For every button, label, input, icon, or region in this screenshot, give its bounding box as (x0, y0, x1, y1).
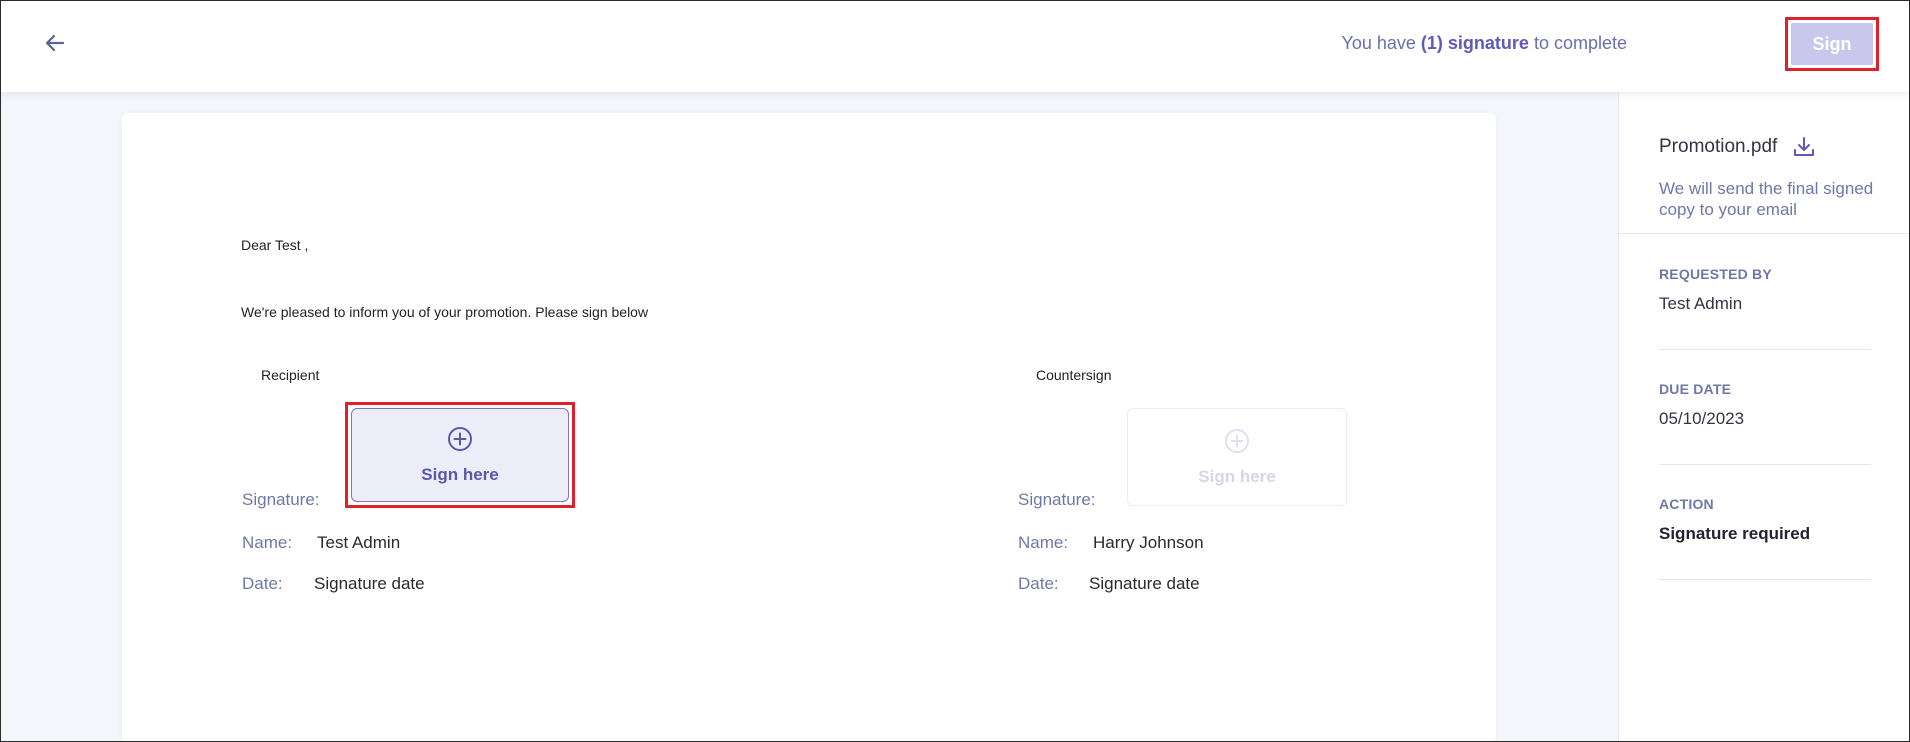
back-button[interactable] (37, 27, 73, 63)
countersign-title: Countersign (1036, 367, 1112, 383)
countersign-signature-label: Signature: (1018, 490, 1096, 509)
file-info: Promotion.pdf (1659, 134, 1817, 160)
app-window: You have (1) signature to complete Sign … (0, 0, 1910, 742)
section-divider (1659, 349, 1871, 350)
countersign-date-label: Date: (1018, 574, 1059, 593)
countersign-sign-here-button: Sign here (1127, 408, 1347, 506)
sign-button-highlight: Sign (1785, 17, 1879, 71)
recipient-sign-highlight: Sign here (345, 402, 575, 508)
recipient-sign-here-button[interactable]: Sign here (351, 408, 569, 502)
recipient-date-value: Signature date (314, 574, 425, 593)
top-bar: You have (1) signature to complete Sign (1, 1, 1909, 92)
recipient-title: Recipient (261, 367, 320, 383)
email-note: We will send the final signed copy to yo… (1659, 179, 1874, 219)
due-date-value: 05/10/2023 (1659, 409, 1745, 428)
download-icon[interactable] (1791, 134, 1817, 160)
arrow-left-icon (43, 31, 67, 60)
recipient-name-value: Test Admin (317, 533, 401, 552)
countersign-name-label: Name: (1018, 533, 1069, 552)
recipient-signature-label: Signature: (242, 490, 320, 509)
recipient-name-label: Name: (242, 533, 293, 552)
document-page: Dear Test , We're pleased to inform you … (122, 113, 1496, 741)
greeting-text: Dear Test , (241, 237, 309, 253)
recipient-sign-here-label: Sign here (421, 464, 499, 484)
section-divider (1659, 579, 1871, 580)
requested-by-value: Test Admin (1659, 294, 1743, 313)
file-name: Promotion.pdf (1659, 136, 1778, 157)
signature-status-suffix: to complete (1528, 33, 1627, 53)
action-section: ACTION Signature required (1659, 496, 1871, 544)
due-date-heading: DUE DATE (1659, 381, 1732, 397)
action-value: Signature required (1659, 524, 1811, 543)
recipient-date-label: Date: (242, 574, 283, 593)
countersign-name-value: Harry Johnson (1093, 533, 1204, 552)
countersign-date-value: Signature date (1089, 574, 1200, 593)
plus-circle-icon (447, 426, 473, 457)
section-divider (1659, 464, 1871, 465)
countersign-sign-area: Sign here (1127, 408, 1347, 506)
requested-by-heading: REQUESTED BY (1659, 266, 1772, 282)
plus-circle-icon (1224, 428, 1250, 459)
signature-status: You have (1) signature to complete (1341, 33, 1627, 54)
details-panel: Promotion.pdf We will send the final sig… (1618, 92, 1909, 741)
countersign-sign-here-label: Sign here (1198, 466, 1276, 486)
requested-by-section: REQUESTED BY Test Admin (1659, 266, 1871, 314)
body-text: We're pleased to inform you of your prom… (241, 304, 649, 320)
sign-button[interactable]: Sign (1791, 23, 1873, 65)
signature-status-count: (1) signature (1420, 33, 1529, 53)
signature-status-prefix: You have (1341, 33, 1421, 53)
due-date-section: DUE DATE 05/10/2023 (1659, 381, 1871, 429)
action-heading: ACTION (1659, 496, 1714, 512)
panel-divider (1619, 233, 1909, 234)
